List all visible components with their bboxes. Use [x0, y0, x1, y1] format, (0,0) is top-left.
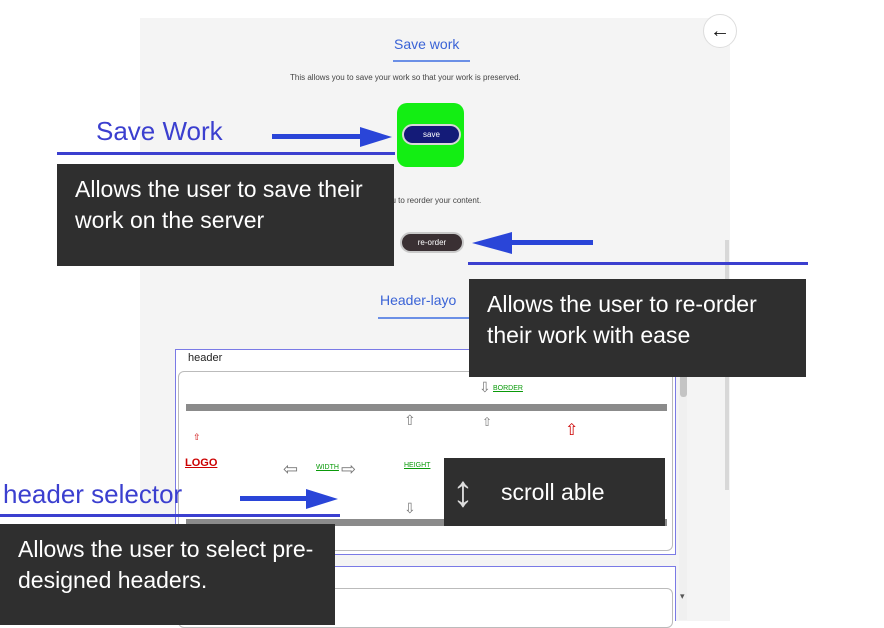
reorder-description: you to reorder your content. [383, 196, 482, 205]
save-arrow-head-icon [360, 127, 392, 147]
header-arrow-head-icon [306, 489, 338, 509]
preview-border-up-icon: ⇧ [482, 415, 493, 429]
save-annotation-label: Save Work [96, 116, 223, 146]
reorder-button[interactable]: re-order [400, 232, 464, 253]
preview-width-label: WIDTH [316, 464, 339, 471]
scroll-down-icon[interactable]: ▾ [680, 591, 685, 602]
reorder-annotation-underline [468, 262, 808, 265]
vertical-double-arrow-icon: ↕ [452, 467, 474, 516]
preview-height-up-icon: ⇧ [404, 412, 416, 428]
preview-arrow-right-icon: ⇨ [341, 459, 357, 479]
header-callout: Allows the user to select pre-designed h… [0, 524, 335, 625]
save-section-title: Save work [394, 36, 460, 52]
reorder-arrow-shaft [510, 240, 593, 245]
header-box-label: header [188, 352, 223, 364]
arrow-left-icon: ← [710, 20, 730, 42]
scroll-callout: ↕ scroll able [444, 458, 665, 526]
save-callout: Allows the user to save their work on th… [57, 164, 394, 266]
preview-top-bar [186, 404, 667, 411]
preview-height-down-icon: ⇩ [404, 500, 416, 516]
header-arrow-shaft [240, 496, 308, 501]
preview-border-down-icon: ⇩ [479, 379, 491, 395]
header-title-underline [378, 317, 473, 319]
header-list-scrollbar[interactable] [679, 372, 687, 620]
back-button[interactable]: ← [703, 14, 737, 48]
preview-border-label: BORDER [493, 385, 523, 392]
header-annotation-label: header selector [3, 479, 183, 509]
preview-red-arrow-icon: ⇧ [565, 422, 579, 439]
reorder-arrow-head-icon [472, 232, 512, 254]
save-title-underline [393, 60, 470, 62]
header-annotation-underline [0, 514, 340, 517]
reorder-callout: Allows the user to re-order their work w… [469, 279, 806, 377]
header-section-title: Header-layo [380, 292, 457, 308]
scroll-callout-text: scroll able [501, 479, 605, 505]
save-button[interactable]: save [402, 124, 461, 145]
preview-height-label: HEIGHT [404, 462, 431, 469]
save-description: This allows you to save your work so tha… [290, 73, 521, 82]
save-arrow-shaft [272, 134, 360, 139]
preview-logo: LOGO [185, 457, 218, 469]
preview-arrow-left-icon: ⇦ [283, 459, 299, 479]
save-annotation-underline [57, 152, 395, 155]
preview-arrow-up-icon: ⇧ [193, 432, 201, 442]
